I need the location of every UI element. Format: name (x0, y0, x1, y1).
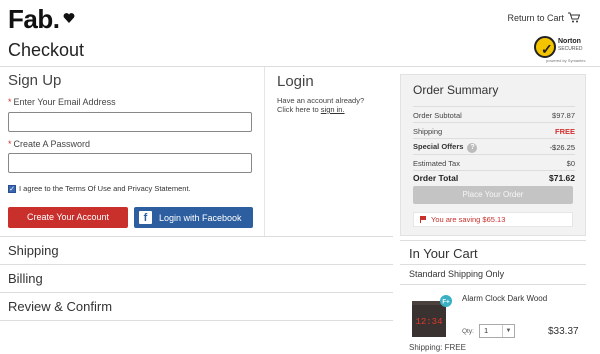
step-review-label: Review & Confirm (8, 299, 113, 314)
item-shipping: Shipping: FREE (409, 343, 466, 352)
summary-row-shipping: Shipping FREE (413, 122, 575, 138)
logo-text: Fab. (8, 4, 60, 34)
cart-title-divider (400, 264, 586, 265)
password-label: * Create A Password (8, 139, 91, 149)
order-summary-panel: Order Summary Order Subtotal $97.87 Ship… (400, 74, 586, 236)
summary-row-tax: Estimated Tax $0 (413, 154, 575, 170)
required-mark: * (8, 139, 12, 149)
terms-checkbox[interactable]: ✓ (8, 184, 16, 193)
norton-check-icon: ✓ (534, 36, 556, 58)
column-divider (264, 67, 265, 237)
password-field[interactable] (8, 153, 252, 173)
qty-value: 1 (484, 326, 489, 335)
heart-icon (63, 13, 75, 23)
create-account-button[interactable]: Create Your Account (8, 207, 128, 228)
facebook-icon: f (139, 211, 152, 224)
email-field[interactable] (8, 112, 252, 132)
steps-bottom-divider (0, 320, 393, 321)
alarm-clock-image[interactable]: 12:34 F+ (409, 295, 453, 339)
facebook-login-label: Login with Facebook (159, 212, 242, 223)
step-billing-label: Billing (8, 271, 43, 286)
flag-icon (420, 216, 426, 223)
product-price: $33.37 (548, 326, 579, 337)
login-title: Login (277, 73, 314, 90)
fab-plus-badge: F+ (442, 300, 450, 306)
norton-brand: Norton (558, 38, 581, 45)
cart-title: In Your Cart (409, 246, 478, 261)
qty-label: Qty: (462, 328, 474, 335)
summary-row-subtotal: Order Subtotal $97.87 (413, 106, 575, 122)
norton-powered-by: powered by Symantec (546, 58, 586, 63)
product-name[interactable]: Alarm Clock Dark Wood (462, 294, 547, 303)
clock-display: 12:34 (415, 317, 442, 327)
email-label: * Enter Your Email Address (8, 97, 116, 107)
qty-select[interactable]: 1 ▼ (479, 324, 515, 338)
norton-secured-badge[interactable]: ✓ Norton SECURED powered by Symantec (534, 36, 586, 63)
terms-agreement: ✓ I agree to the Terms Of Use and Privac… (8, 184, 191, 193)
return-to-cart-link[interactable]: Return to Cart (507, 12, 580, 23)
cart-group-divider (400, 284, 586, 285)
step-shipping[interactable]: Shipping (0, 236, 393, 264)
place-order-button[interactable]: Place Your Order (413, 186, 573, 204)
savings-text: You are saving $65.13 (431, 215, 506, 224)
help-icon[interactable]: ? (467, 143, 478, 153)
summary-row-special-offers: Special Offers? -$26.25 (413, 138, 575, 154)
shipping-group-label: Standard Shipping Only (409, 269, 505, 279)
cart-icon (568, 12, 580, 23)
step-review-confirm[interactable]: Review & Confirm (0, 292, 393, 320)
page-title: Checkout (8, 40, 85, 60)
required-mark: * (8, 97, 12, 107)
cart-top-divider (400, 240, 586, 241)
sign-in-link[interactable]: sign in. (321, 105, 345, 114)
login-prompt: Have an account already? Click here to s… (277, 96, 364, 114)
login-prompt-text: Have an account already? (277, 96, 365, 105)
chevron-down-icon: ▼ (502, 325, 514, 337)
facebook-login-button[interactable]: f Login with Facebook (134, 207, 253, 228)
norton-secured: SECURED (558, 46, 583, 52)
savings-notice: You are saving $65.13 (413, 212, 573, 227)
step-billing[interactable]: Billing (0, 264, 393, 292)
fab-logo[interactable]: Fab. (8, 4, 75, 35)
order-summary-title: Order Summary (413, 83, 499, 97)
login-click-text: Click here to (277, 105, 321, 114)
step-shipping-label: Shipping (8, 243, 59, 258)
summary-row-total: Order Total $71.62 (413, 170, 575, 184)
terms-text: I agree to the Terms Of Use and Privacy … (19, 184, 191, 193)
header-divider (0, 66, 600, 67)
signup-title: Sign Up (8, 72, 62, 89)
return-to-cart-label: Return to Cart (507, 12, 564, 23)
